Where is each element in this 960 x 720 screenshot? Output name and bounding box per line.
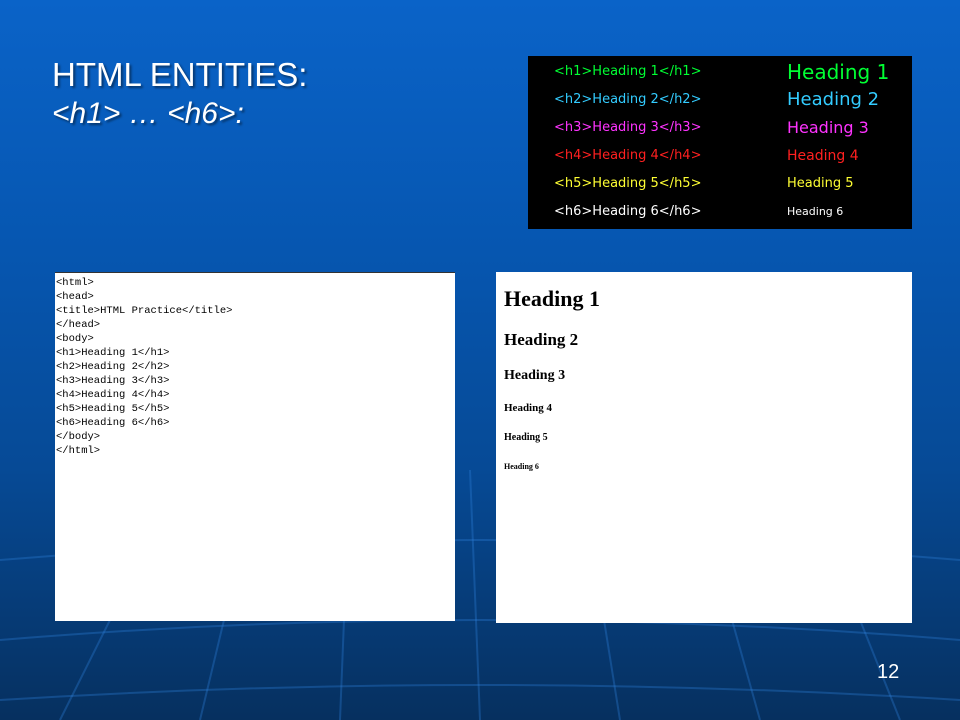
browser-render-panel: Heading 1 Heading 2 Heading 3 Heading 4 … — [496, 272, 912, 623]
reference-output: Heading 3 — [787, 118, 869, 137]
reference-output: Heading 1 — [787, 60, 890, 84]
code-line: <h5>Heading 5</h5> — [56, 403, 170, 415]
rendered-heading-1: Heading 1 — [504, 286, 600, 311]
reference-tag: <h6>Heading 6</h6> — [554, 204, 702, 219]
code-line: <h2>Heading 2</h2> — [56, 361, 170, 373]
code-line: <h3>Heading 3</h3> — [56, 375, 170, 387]
heading-reference-panel: <h1>Heading 1</h1> Heading 1 <h2>Heading… — [528, 56, 912, 229]
rendered-heading-6: Heading 6 — [504, 462, 539, 471]
reference-row-h1: <h1>Heading 1</h1> Heading 1 — [528, 58, 912, 86]
code-line: <h6>Heading 6</h6> — [56, 417, 170, 429]
reference-row-h5: <h5>Heading 5</h5> Heading 5 — [528, 170, 912, 198]
code-line: <head> — [56, 291, 94, 303]
code-line: <html> — [56, 277, 94, 289]
reference-row-h2: <h2>Heading 2</h2> Heading 2 — [528, 86, 912, 114]
rendered-heading-3: Heading 3 — [504, 368, 566, 383]
code-line: </html> — [56, 445, 101, 457]
code-line: <h4>Heading 4</h4> — [56, 389, 170, 401]
reference-output: Heading 6 — [787, 205, 844, 218]
rendered-heading-4: Heading 4 — [504, 402, 552, 414]
reference-tag: <h4>Heading 4</h4> — [554, 148, 702, 163]
reference-tag: <h5>Heading 5</h5> — [554, 176, 702, 191]
code-line: <body> — [56, 333, 94, 345]
code-line: <title>HTML Practice</title> — [56, 305, 233, 317]
reference-row-h4: <h4>Heading 4</h4> Heading 4 — [528, 142, 912, 170]
reference-output: Heading 4 — [787, 148, 859, 164]
reference-tag: <h3>Heading 3</h3> — [554, 120, 702, 135]
reference-row-h3: <h3>Heading 3</h3> Heading 3 — [528, 114, 912, 142]
reference-output: Heading 5 — [787, 176, 854, 191]
reference-tag: <h1>Heading 1</h1> — [554, 64, 702, 79]
reference-tag: <h2>Heading 2</h2> — [554, 92, 702, 107]
code-line: </head> — [56, 319, 101, 331]
rendered-heading-2: Heading 2 — [504, 330, 579, 349]
slide-subtitle: <h1> … <h6>: — [52, 97, 244, 130]
source-code-panel: <html> <head> <title>HTML Practice</titl… — [55, 272, 455, 621]
slide-page-number: 12 — [877, 661, 900, 683]
rendered-heading-5: Heading 5 — [504, 432, 548, 443]
code-line: </body> — [56, 431, 101, 443]
code-line: <h1>Heading 1</h1> — [56, 347, 170, 359]
reference-row-h6: <h6>Heading 6</h6> Heading 6 — [528, 198, 912, 226]
reference-output: Heading 2 — [787, 89, 880, 110]
slide-title: HTML ENTITIES: — [52, 56, 308, 93]
